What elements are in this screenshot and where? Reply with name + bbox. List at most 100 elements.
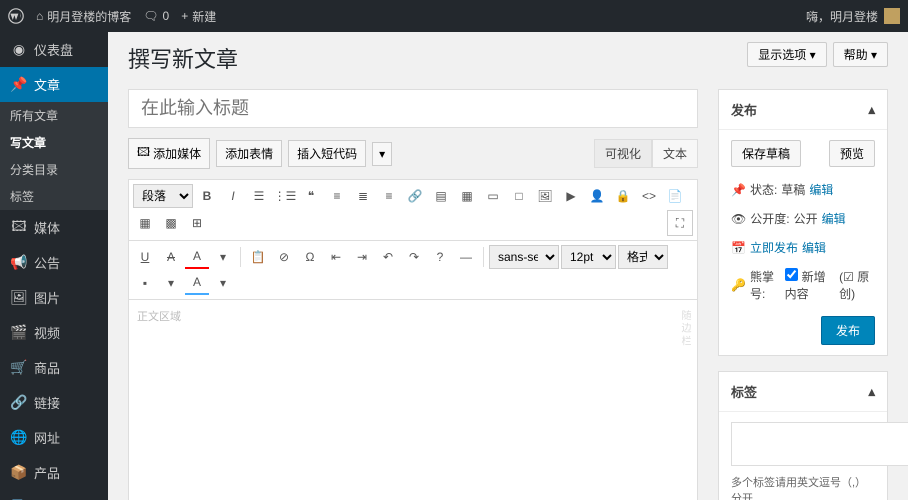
doc-icon[interactable]: 📄 [663, 184, 687, 208]
bgcolor-drop-icon[interactable]: ▾ [159, 271, 183, 295]
comments-link[interactable]: 🗨 0 [143, 9, 169, 23]
table-icon[interactable]: ⊞ [185, 211, 209, 235]
dash-icon: ◉ [10, 41, 28, 59]
fullscreen-icon[interactable]: ⛶ [667, 210, 693, 236]
hr-icon[interactable]: — [454, 245, 478, 269]
xz-new-checkbox[interactable]: 新增内容 [785, 268, 836, 302]
video-icon[interactable]: ▶ [559, 184, 583, 208]
vid-icon: 🎬 [10, 324, 28, 342]
user-icon[interactable]: 👤 [585, 184, 609, 208]
align-left-icon[interactable]: ≡ [325, 184, 349, 208]
format-select[interactable]: 格式 [618, 245, 668, 269]
align-right-icon[interactable]: ≡ [377, 184, 401, 208]
sidebar-sub-分类目录[interactable]: 分类目录 [0, 156, 108, 183]
bgcolor-icon[interactable]: ▪ [133, 271, 157, 295]
img-icon: 🖼 [10, 289, 28, 307]
sidebar-item-网址[interactable]: 🌐网址 [0, 420, 108, 455]
new-link[interactable]: + 新建 [181, 8, 216, 25]
edit-visibility-link[interactable]: 编辑 [822, 210, 846, 227]
pin-icon: 📌 [731, 183, 746, 197]
clear-icon[interactable]: ⊘ [272, 245, 296, 269]
grid1-icon[interactable]: ▦ [133, 211, 157, 235]
sidebar-item-视频[interactable]: 🎬视频 [0, 315, 108, 350]
edit-schedule-link[interactable]: 编辑 [802, 239, 826, 256]
more-icon[interactable]: ▦ [455, 184, 479, 208]
sidebar-sub-写文章[interactable]: 写文章 [0, 129, 108, 156]
content-editor[interactable]: 正文区域 随 边 栏 [128, 300, 698, 500]
sidebar-item-图片[interactable]: 🖼图片 [0, 280, 108, 315]
lock-icon[interactable]: 🔒 [611, 184, 635, 208]
tab-text[interactable]: 文本 [652, 139, 698, 168]
special-icon[interactable]: Ω [298, 245, 322, 269]
sidebar-item-商品[interactable]: 🛒商品 [0, 350, 108, 385]
site-link[interactable]: ⌂ 明月登楼的博客 [36, 8, 131, 25]
sidebar-item-公告[interactable]: 📢公告 [0, 245, 108, 280]
add-emoji-button[interactable]: 添加表情 [216, 140, 282, 167]
sidebar-item-仪表盘[interactable]: ◉仪表盘 [0, 32, 108, 67]
insert-icon[interactable]: ▤ [429, 184, 453, 208]
number-list-icon[interactable]: ⋮☰ [273, 184, 297, 208]
code-icon[interactable]: <> [637, 184, 661, 208]
font-size-select[interactable]: 12pt [561, 245, 616, 269]
publish-button[interactable]: 发布 [821, 316, 875, 345]
sidebar-sub-标签[interactable]: 标签 [0, 183, 108, 210]
edit-status-link[interactable]: 编辑 [809, 181, 833, 198]
pin-icon: 📌 [10, 76, 28, 94]
toolbar-row-1: 段落 B I ☰ ⋮☰ ❝ ≡ ≣ ≡ 🔗 ▤ ▦ ▭ □ 🖼 ▶ 👤 [128, 179, 698, 241]
link-icon: 🔗 [10, 394, 28, 412]
sidebar-sub-所有文章[interactable]: 所有文章 [0, 102, 108, 129]
strike-icon[interactable]: A [159, 245, 183, 269]
italic-icon[interactable]: I [221, 184, 245, 208]
help-icon[interactable]: ? [428, 245, 452, 269]
shortcode-dropdown[interactable]: ▾ [372, 142, 392, 166]
outdent-icon[interactable]: ⇤ [324, 245, 348, 269]
media-icon: 🖾 [10, 219, 28, 237]
underline-icon[interactable]: U [133, 245, 157, 269]
wp-logo-icon[interactable] [8, 8, 24, 24]
key-icon: 🔑 [731, 278, 746, 292]
toolbar-row-2: U A A ▾ 📋 ⊘ Ω ⇤ ⇥ ↶ ↷ ? — sans-serif [128, 241, 698, 300]
tag-input[interactable] [731, 422, 908, 466]
sidebar-item-产品[interactable]: 📦产品 [0, 455, 108, 490]
tags-box-header[interactable]: 标签▴ [719, 372, 887, 412]
quote-icon[interactable]: ❝ [299, 184, 323, 208]
bullet-list-icon[interactable]: ☰ [247, 184, 271, 208]
font-family-select[interactable]: sans-serif [489, 245, 559, 269]
user-greeting[interactable]: 嗨，明月登楼 [806, 8, 900, 25]
screen-options-button[interactable]: 显示选项 ▾ [747, 42, 826, 67]
link-icon[interactable]: 🔗 [403, 184, 427, 208]
undo-icon[interactable]: ↶ [376, 245, 400, 269]
sidebar-item-媒体[interactable]: 🖾媒体 [0, 210, 108, 245]
box2-icon[interactable]: □ [507, 184, 531, 208]
format-paragraph-select[interactable]: 段落 [133, 184, 193, 208]
sidebar-item-页面[interactable]: 📄页面 [0, 490, 108, 500]
bold-icon[interactable]: B [195, 184, 219, 208]
prod-icon: 📦 [10, 464, 28, 482]
grid2-icon[interactable]: ▩ [159, 211, 183, 235]
bgcolor2-drop-icon[interactable]: ▾ [211, 271, 235, 295]
post-title-input[interactable] [128, 89, 698, 128]
chevron-up-icon: ▴ [868, 102, 875, 118]
url-icon: 🌐 [10, 429, 28, 447]
box1-icon[interactable]: ▭ [481, 184, 505, 208]
sidebar-item-文章[interactable]: 📌文章 [0, 67, 108, 102]
add-media-button[interactable]: 🖾 添加媒体 [128, 138, 210, 169]
indent-icon[interactable]: ⇥ [350, 245, 374, 269]
help-button[interactable]: 帮助 ▾ [833, 42, 888, 67]
save-draft-button[interactable]: 保存草稿 [731, 140, 801, 167]
preview-button[interactable]: 预览 [829, 140, 875, 167]
publish-box-header[interactable]: 发布▴ [719, 90, 887, 130]
textcolor-icon[interactable]: A [185, 245, 209, 269]
calendar-icon: 📅 [731, 241, 746, 255]
bull-icon: 📢 [10, 254, 28, 272]
align-center-icon[interactable]: ≣ [351, 184, 375, 208]
textcolor-drop-icon[interactable]: ▾ [211, 245, 235, 269]
paste-icon[interactable]: 📋 [246, 245, 270, 269]
page-title: 撰写新文章 [128, 42, 238, 74]
tab-visual[interactable]: 可视化 [594, 139, 652, 168]
bgcolor2-icon[interactable]: A [185, 271, 209, 295]
sidebar-item-链接[interactable]: 🔗链接 [0, 385, 108, 420]
redo-icon[interactable]: ↷ [402, 245, 426, 269]
insert-shortcode-button[interactable]: 插入短代码 [288, 140, 366, 167]
image-icon[interactable]: 🖼 [533, 184, 557, 208]
